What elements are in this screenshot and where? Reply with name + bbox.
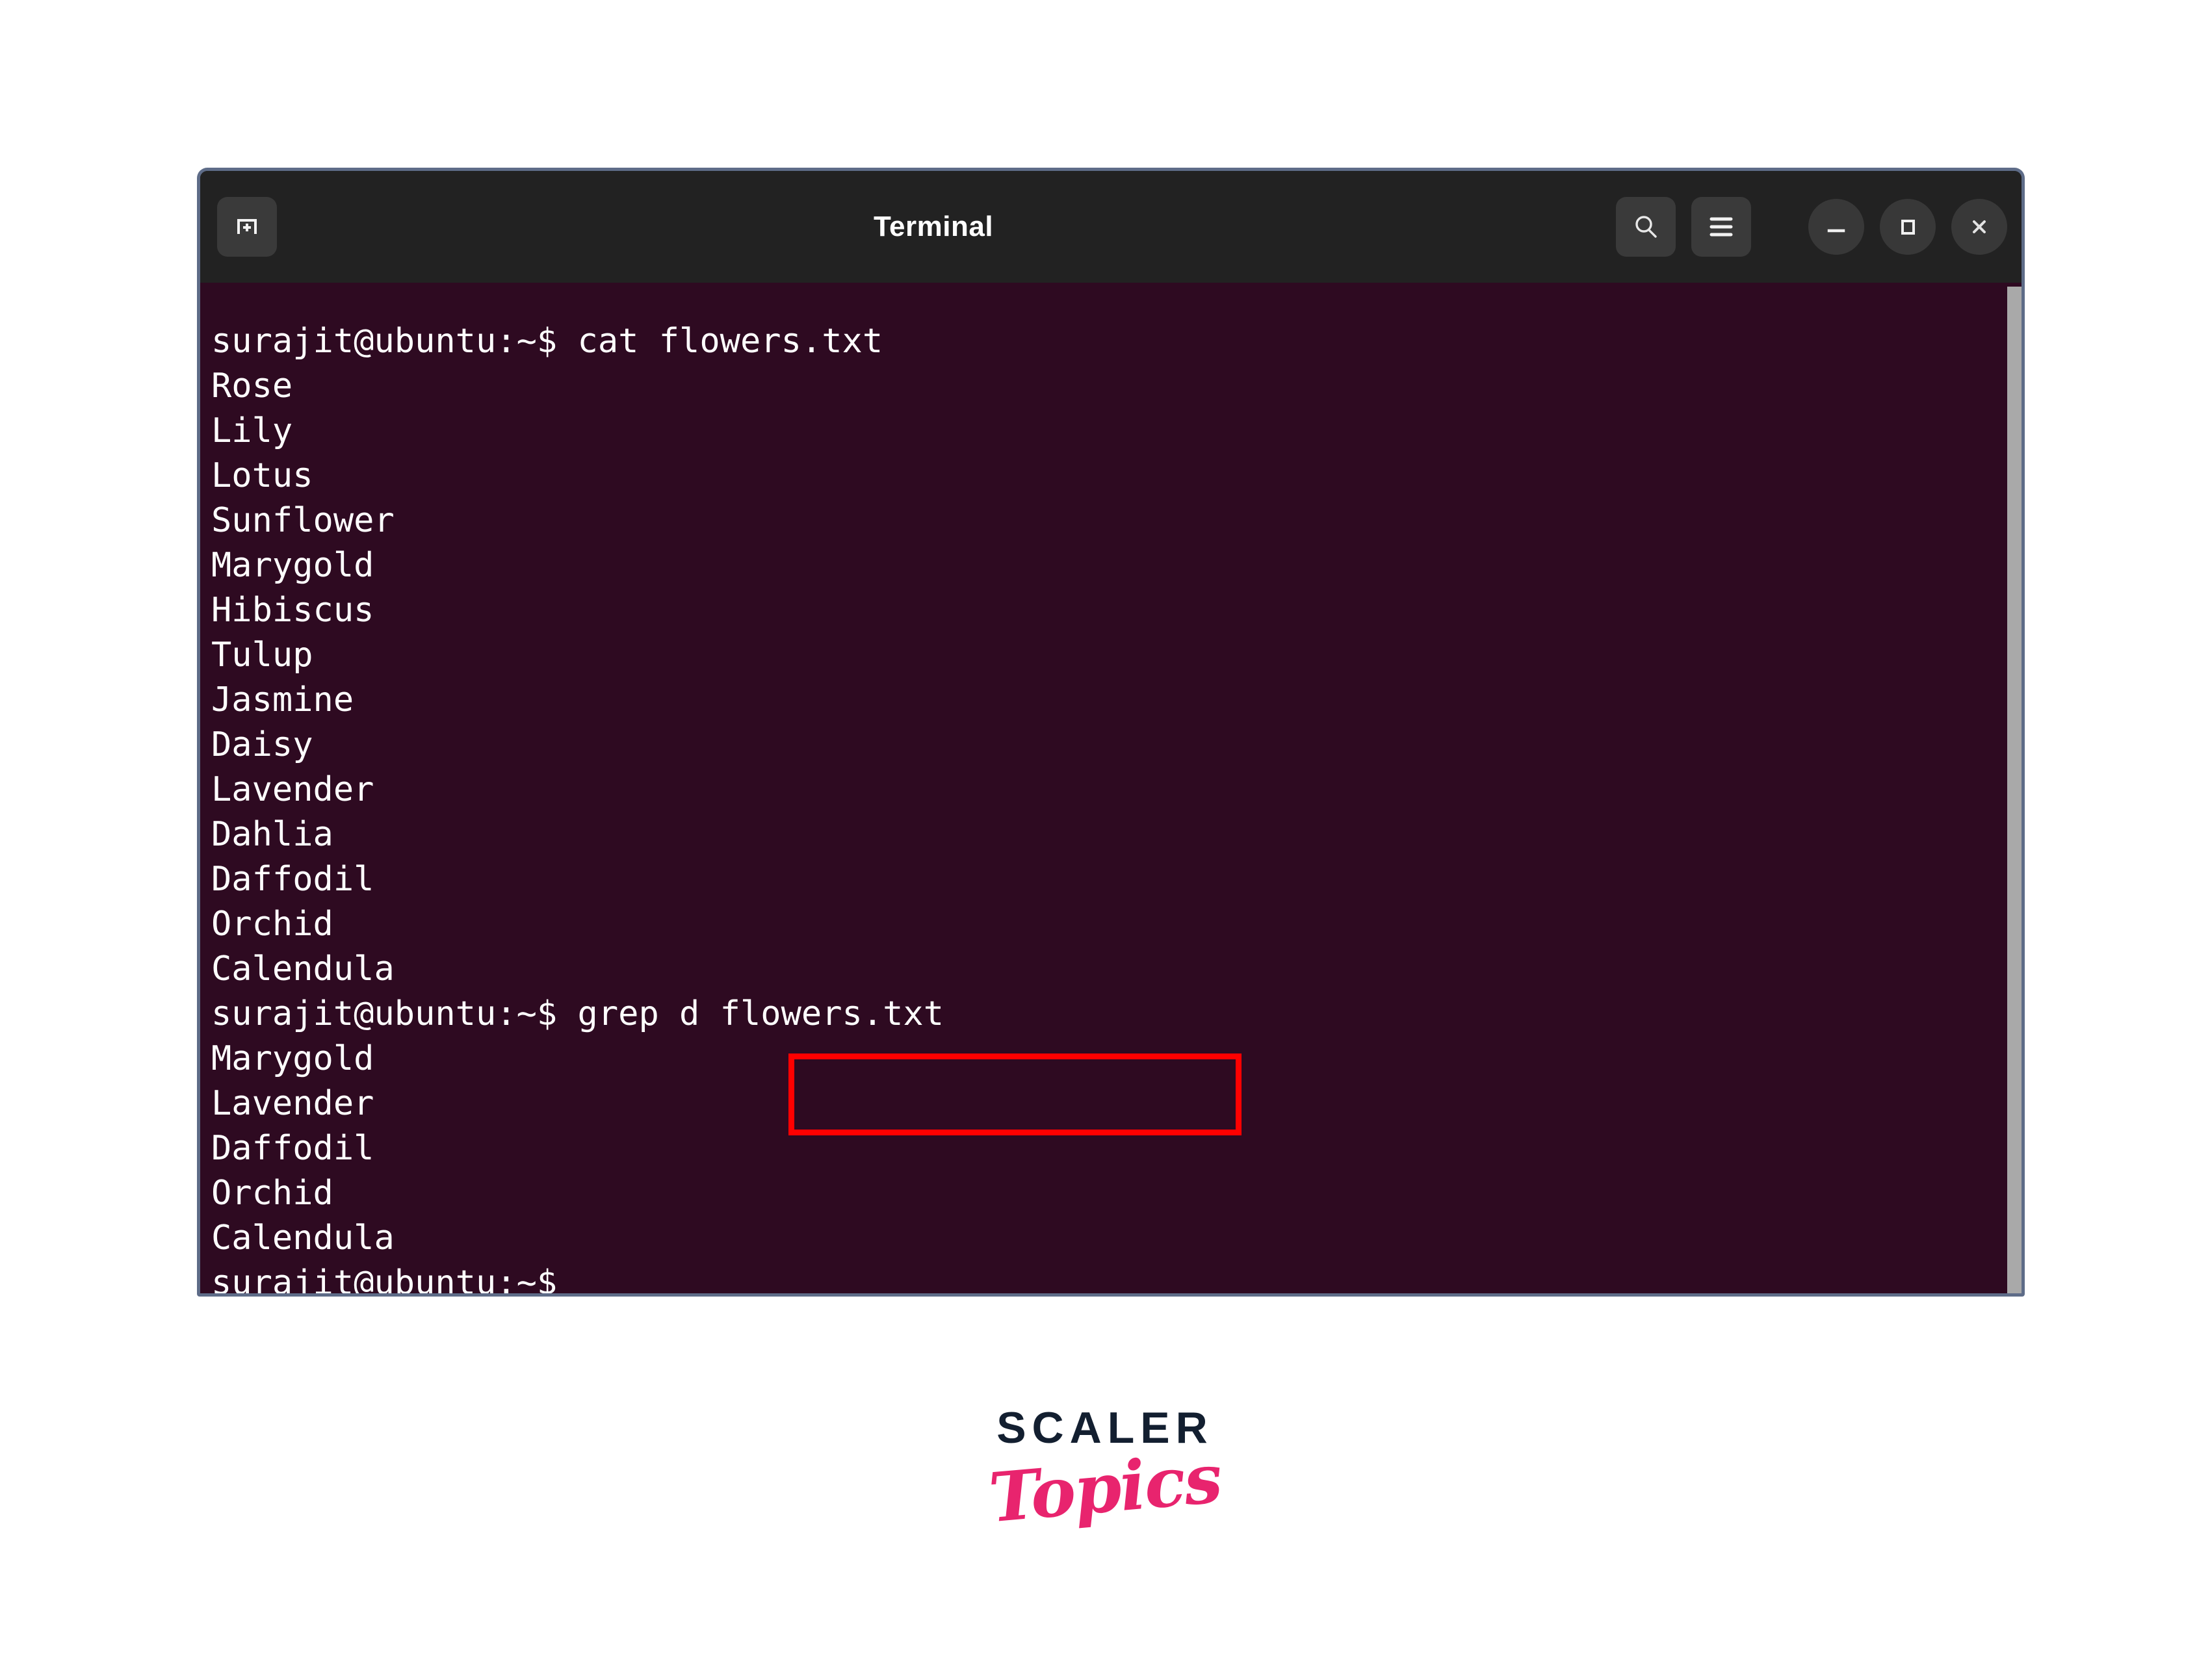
maximize-button[interactable] <box>1880 199 1936 255</box>
minimize-icon <box>1827 229 1845 233</box>
window-title: Terminal <box>873 211 994 242</box>
terminal-window: Terminal surajit@ubuntu:~$ cat flowers.t… <box>197 168 2025 1297</box>
maximize-icon <box>1901 220 1915 235</box>
terminal-body[interactable]: surajit@ubuntu:~$ cat flowers.txt Rose L… <box>200 283 2022 1293</box>
close-button[interactable] <box>1951 199 2007 255</box>
menu-button[interactable] <box>1691 197 1751 257</box>
terminal-output: surajit@ubuntu:~$ cat flowers.txt Rose L… <box>211 322 944 1293</box>
terminal-scrollbar[interactable] <box>2007 283 2022 1293</box>
close-icon <box>1973 220 1986 233</box>
search-button[interactable] <box>1616 197 1676 257</box>
scrollbar-thumb[interactable] <box>2007 287 2022 1293</box>
minimize-button[interactable] <box>1808 199 1864 255</box>
hamburger-menu-icon <box>1710 217 1733 237</box>
window-controls <box>1616 197 2007 257</box>
search-icon <box>1635 216 1657 238</box>
title-bar: Terminal <box>200 171 2022 283</box>
scaler-topics-logo: SCALER Topics <box>0 1404 2210 1538</box>
logo-topics-text: Topics <box>985 1438 1225 1538</box>
